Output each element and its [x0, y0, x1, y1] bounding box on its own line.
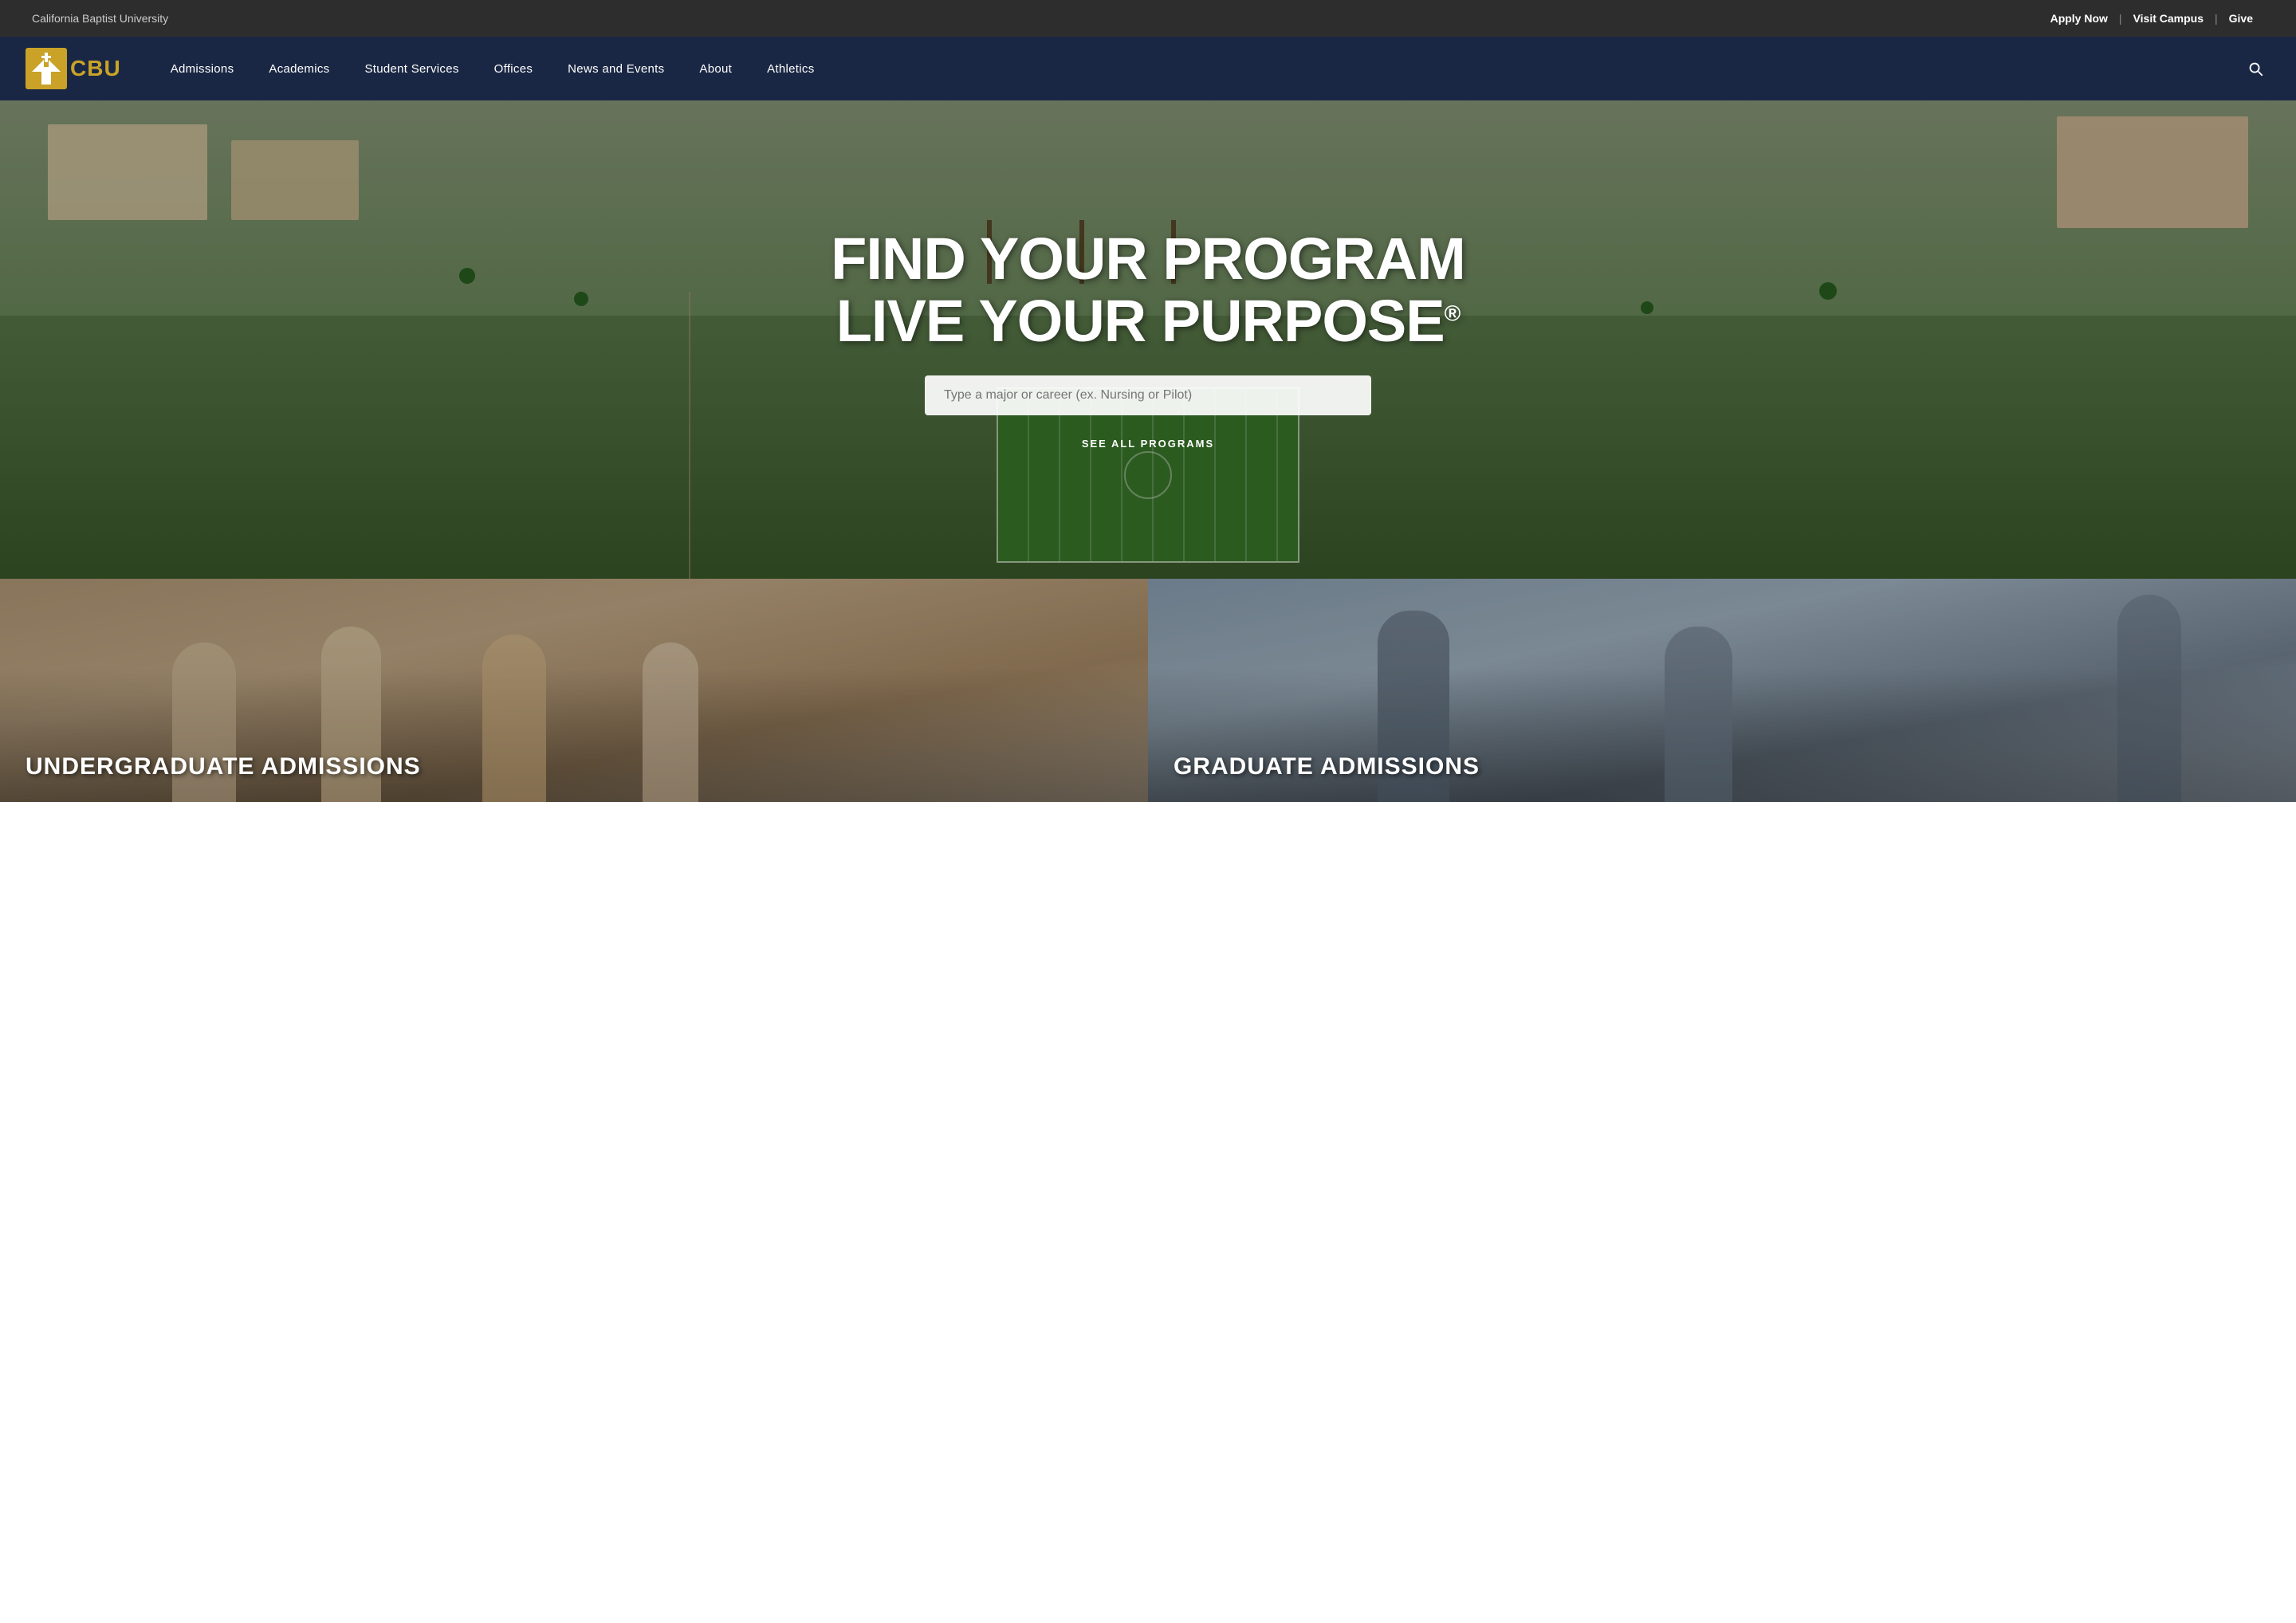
nav-athletics[interactable]: Athletics — [749, 37, 832, 100]
hero-headline: FIND YOUR PROGRAM LIVE YOUR PURPOSE® — [831, 228, 1465, 352]
visit-campus-link[interactable]: Visit Campus — [2122, 12, 2215, 25]
nav-offices[interactable]: Offices — [477, 37, 551, 100]
search-icon — [2247, 60, 2264, 77]
top-bar: California Baptist University Apply Now … — [0, 0, 2296, 37]
graduate-card[interactable]: GRADUATE ADMISSIONS — [1148, 579, 2296, 802]
nav-news-events[interactable]: News and Events — [550, 37, 682, 100]
bottom-cards: UNDERGRADUATE ADMISSIONS GRADUATE ADMISS… — [0, 579, 2296, 802]
logo-text: CBU — [70, 56, 121, 81]
hero-headline-line1: FIND YOUR PROGRAM — [831, 226, 1465, 292]
nav-student-services[interactable]: Student Services — [347, 37, 476, 100]
logo-link[interactable]: CBU — [26, 48, 121, 89]
program-search-input[interactable] — [944, 388, 1352, 403]
nav-about[interactable]: About — [682, 37, 749, 100]
trademark-symbol: ® — [1445, 301, 1461, 325]
logo-letter-c: C — [70, 56, 87, 81]
search-button[interactable] — [2240, 53, 2270, 84]
see-all-programs-link[interactable]: SEE ALL PROGRAMS — [1082, 438, 1214, 450]
apply-now-link[interactable]: Apply Now — [2039, 12, 2119, 25]
undergraduate-card[interactable]: UNDERGRADUATE ADMISSIONS — [0, 579, 1148, 802]
hero-content: FIND YOUR PROGRAM LIVE YOUR PURPOSE® SEE… — [815, 228, 1481, 451]
nav-links: Admissions Academics Student Services Of… — [153, 37, 2240, 100]
main-navbar: CBU Admissions Academics Student Service… — [0, 37, 2296, 100]
cbu-logo-icon — [26, 48, 67, 89]
top-bar-links: Apply Now | Visit Campus | Give — [2039, 12, 2264, 25]
hero-section: FIND YOUR PROGRAM LIVE YOUR PURPOSE® SEE… — [0, 100, 2296, 579]
give-link[interactable]: Give — [2218, 12, 2264, 25]
undergrad-label: UNDERGRADUATE ADMISSIONS — [26, 753, 421, 780]
hero-search-box[interactable] — [925, 375, 1371, 415]
nav-academics[interactable]: Academics — [251, 37, 347, 100]
hero-headline-line2: LIVE YOUR PURPOSE® — [836, 288, 1461, 354]
nav-admissions[interactable]: Admissions — [153, 37, 252, 100]
university-name: California Baptist University — [32, 12, 168, 25]
grad-label: GRADUATE ADMISSIONS — [1174, 753, 1480, 780]
